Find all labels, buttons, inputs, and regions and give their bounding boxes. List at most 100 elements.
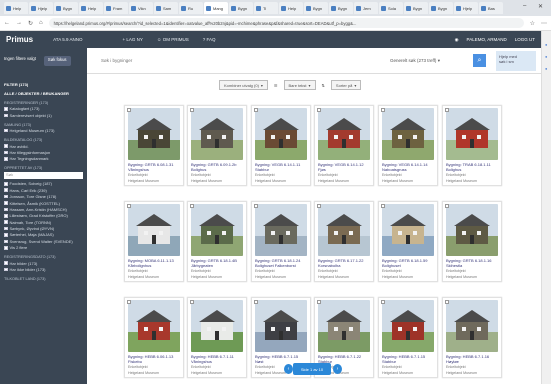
- checkbox-icon[interactable]: [4, 157, 8, 161]
- filter-heading[interactable]: FILTER (173): [4, 82, 83, 87]
- card-title[interactable]: Bygning: GRTB 6.18.1.4B Jårbygeaten: [191, 258, 243, 268]
- pager-next-button[interactable]: ›: [333, 364, 342, 374]
- help-box[interactable]: Hjelp med søk i sm: [496, 51, 536, 71]
- filter-option[interactable]: Foodsten, Solveig (187): [4, 181, 83, 186]
- building-thumbnail[interactable]: [382, 108, 434, 160]
- filter-option[interactable]: Samlerevisert objekt (1): [4, 113, 83, 118]
- back-icon[interactable]: ←: [4, 20, 10, 26]
- browser-tab[interactable]: Mang: [204, 2, 228, 14]
- select-checkbox[interactable]: [127, 204, 131, 208]
- checkbox-icon[interactable]: [4, 261, 8, 265]
- card-title[interactable]: Bygning: VEGB 6.14.1.12 Fjøs: [318, 162, 370, 172]
- close-icon[interactable]: ✕: [538, 3, 543, 10]
- card-title[interactable]: Bygning: GRTB 6.09.1.2b Bolighus: [191, 162, 243, 172]
- card-title[interactable]: Bygning: GRTB 6.18.1.24 Bolighuset Falke…: [255, 258, 307, 268]
- new-record-link[interactable]: + LAG NY: [122, 37, 142, 42]
- checkbox-icon[interactable]: [4, 188, 8, 192]
- checkbox-icon[interactable]: [4, 239, 8, 244]
- select-checkbox[interactable]: [190, 204, 194, 208]
- select-checkbox[interactable]: [381, 108, 385, 112]
- filter-option[interactable]: Har bilder (173): [4, 261, 83, 266]
- select-checkbox[interactable]: [381, 204, 385, 208]
- select-checkbox[interactable]: [317, 108, 321, 112]
- select-checkbox[interactable]: [445, 300, 449, 304]
- building-thumbnail[interactable]: [318, 108, 370, 160]
- checkbox-icon[interactable]: [4, 182, 8, 186]
- url-field[interactable]: https://helgeland.primus.org/#/primus/se…: [48, 18, 524, 28]
- checkbox-icon[interactable]: [4, 220, 8, 224]
- filter-option[interactable]: Sæterhei, Maja (MAJAS): [4, 232, 83, 237]
- card-title[interactable]: Bygning: MOBA 6.11.1.13 Kårbolignhus: [128, 258, 180, 268]
- result-card[interactable]: Bygning: VEGB 6.14.1.11 Stabbur Enkeltobj…: [251, 105, 311, 186]
- user-name[interactable]: PALEMO, ARMAND: [467, 37, 507, 42]
- select-checkbox[interactable]: [127, 108, 131, 112]
- view-toggle[interactable]: ALLE / OBJEKTER / BRUKANGER: [4, 91, 83, 96]
- filter-section-title[interactable]: BILDEKATALOG (173): [4, 138, 83, 142]
- result-card[interactable]: Bygning: GRTB 6.09.1.2b Bolighus Enkeltob…: [187, 105, 247, 186]
- view-mode-select[interactable]: Bare tekst ▾: [283, 80, 316, 90]
- sort-select[interactable]: Sorter på ▾: [330, 80, 362, 90]
- building-thumbnail[interactable]: [318, 300, 370, 352]
- card-title[interactable]: Bygning: HEBB 6.7.1.15 Stabbur: [382, 354, 434, 364]
- filter-section-title[interactable]: REGISTRERINGSDATO (173): [4, 255, 83, 259]
- building-thumbnail[interactable]: [446, 108, 498, 160]
- primus-logo[interactable]: Primus: [6, 35, 33, 44]
- result-card[interactable]: Bygning: VEGB 6.14.1.12 Fjøs Enkeltobjekt…: [314, 105, 374, 186]
- checkbox-icon[interactable]: [4, 144, 8, 148]
- building-thumbnail[interactable]: [128, 300, 180, 352]
- building-thumbnail[interactable]: [255, 108, 307, 160]
- result-card[interactable]: Bygning: MOBA 6.11.1.13 Kårbolignhus Enke…: [124, 201, 184, 282]
- select-checkbox[interactable]: [254, 108, 258, 112]
- building-thumbnail[interactable]: [191, 108, 243, 160]
- search-focus-button[interactable]: Søk fokus: [43, 56, 71, 66]
- filter-option[interactable]: Har tilleggsinformasjon: [4, 150, 83, 155]
- select-checkbox[interactable]: [254, 300, 258, 304]
- filter-option[interactable]: Jonsson, Tore Gisne (178): [4, 194, 83, 199]
- result-card[interactable]: Bygning: HEBB 6.7.1.16 Høyløe Enkeltobjek…: [442, 297, 502, 378]
- card-title[interactable]: Bygning: TRAB 6.18.1.11 Bolighus: [446, 162, 498, 172]
- select-checkbox[interactable]: [317, 300, 321, 304]
- filter-option[interactable]: Har Tegningsdanmark: [4, 156, 83, 161]
- select-checkbox[interactable]: [381, 300, 385, 304]
- reload-icon[interactable]: ↻: [28, 20, 33, 27]
- card-title[interactable]: Bygning: VEGB 6.14.1.11 Stabbur: [255, 162, 307, 172]
- building-thumbnail[interactable]: [191, 204, 243, 256]
- logout-link[interactable]: LOGG UT: [515, 37, 535, 42]
- filter-option[interactable]: Har avbild.: [4, 144, 83, 149]
- result-card[interactable]: Bygning: HEBB 6.7.1.15 Stabbur Enkeltobje…: [378, 297, 438, 378]
- filter-section-title[interactable]: TILKOBLET LAND (173): [4, 277, 83, 281]
- filter-section-title[interactable]: OPPRETTET AV (173): [4, 166, 83, 170]
- browser-tab[interactable]: Bas: [479, 2, 503, 14]
- building-thumbnail[interactable]: [382, 204, 434, 256]
- browser-tab[interactable]: Bygn: [329, 2, 353, 14]
- card-title[interactable]: Bygning: GRTB 6.08.1.31 Våningshus: [128, 162, 180, 172]
- checkbox-icon[interactable]: [4, 246, 8, 250]
- minimize-icon[interactable]: –: [523, 3, 526, 9]
- select-checkbox[interactable]: [254, 204, 258, 208]
- browser-tab[interactable]: Bygn: [429, 2, 453, 14]
- menu-icon[interactable]: ⋯: [541, 20, 547, 27]
- filter-option[interactable]: Sørbynk, Øyvind (ØYVN): [4, 226, 83, 231]
- filter-option[interactable]: Svensrug, Svend Walter (SVENDE): [4, 239, 83, 244]
- checkbox-icon[interactable]: [4, 226, 8, 231]
- faq-link[interactable]: ? FAQ: [203, 37, 216, 42]
- result-card[interactable]: Bygning: GRTB 6.08.1.31 Våningshus Enkelt…: [124, 105, 184, 186]
- combine-selection-button[interactable]: Kombiner utvalg (0) ▾: [219, 80, 268, 90]
- star-icon[interactable]: ☆: [530, 20, 535, 27]
- browser-tab[interactable]: Bygn: [229, 2, 253, 14]
- filter-section-title[interactable]: REGISTRERINGER (173): [4, 101, 83, 105]
- search-input[interactable]: [91, 54, 391, 67]
- browser-tab[interactable]: Bygn: [404, 2, 428, 14]
- result-card[interactable]: Bygning: HEBB 6.7.1.11 Våningshus Enkelto…: [187, 297, 247, 378]
- building-thumbnail[interactable]: [446, 300, 498, 352]
- building-thumbnail[interactable]: [128, 108, 180, 160]
- card-title[interactable]: Bygning: GRTB 6.18.1.16 Skihestla: [446, 258, 498, 268]
- home-icon[interactable]: ⌂: [39, 20, 43, 26]
- filter-option[interactable]: Vis 2 flere: [4, 245, 83, 250]
- browser-tab[interactable]: Hjelp: [454, 2, 478, 14]
- checkbox-icon[interactable]: [4, 128, 8, 133]
- checkbox-icon[interactable]: [4, 113, 8, 118]
- forward-icon[interactable]: →: [16, 20, 22, 26]
- select-checkbox[interactable]: [317, 204, 321, 208]
- browser-tab[interactable]: Ru: [179, 2, 203, 14]
